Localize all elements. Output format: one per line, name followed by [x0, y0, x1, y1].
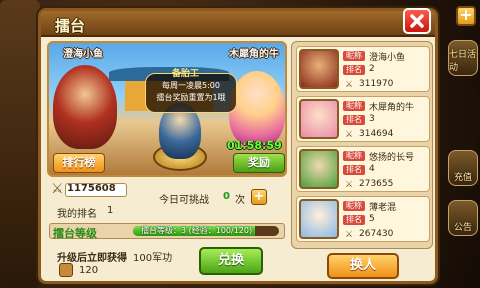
opponent-list: 昵称 澄海小鱼 排名 2 ⚔ 311970 昵称 木犀角的牛 排名 3 ⚔ 31…: [291, 41, 433, 249]
background-scene: [0, 0, 40, 288]
power-icon: ⚔: [345, 180, 354, 190]
currency-icon: [59, 263, 73, 277]
level-progress-text: 擂台等级：3 (经验：100/120): [141, 226, 253, 235]
my-rank-value: 1: [107, 205, 114, 216]
seven-day-events-button[interactable]: 七日活动: [448, 40, 478, 76]
power-icon: ⚔: [51, 181, 64, 197]
countdown-timer: 01:58:59: [227, 139, 282, 152]
challenge-count: 0: [223, 191, 230, 202]
opponent-card[interactable]: 昵称 悠扬的长号 排名 4 ⚔ 273655: [296, 146, 430, 192]
name-label: 昵称: [343, 101, 365, 111]
rank-label: 排名: [343, 165, 365, 175]
power-value: 1175608: [67, 183, 116, 194]
announcement-button[interactable]: 公告: [448, 200, 478, 236]
rank-label: 排名: [343, 65, 365, 75]
opponent-rank: 3: [369, 114, 375, 124]
challenge-label: 今日可挑战: [159, 195, 209, 206]
opponent-name: 澄海小鱼: [369, 53, 406, 63]
left-fighter-avatar[interactable]: [53, 65, 117, 149]
close-icon: [410, 14, 424, 28]
opponent-portrait: [299, 199, 339, 239]
right-fighter-name: 木犀角的牛: [229, 49, 279, 60]
opponent-power: 273655: [359, 179, 394, 189]
swap-opponents-button[interactable]: 换人: [327, 253, 399, 279]
left-fighter-name: 澄海小鱼: [63, 49, 103, 60]
arena-dialog: 擂台 澄海小鱼 木犀角的牛 备胎工 每周一凌晨5:00 擂台奖励重置为1哦 01…: [38, 8, 438, 284]
opponent-rank: 2: [369, 64, 375, 74]
arena-level-title: 擂台等级: [53, 227, 97, 240]
reward-button[interactable]: 奖励: [233, 153, 285, 173]
close-button[interactable]: [403, 8, 431, 34]
power-icon: ⚔: [345, 80, 354, 90]
right-fighter-avatar[interactable]: [229, 71, 285, 147]
arena-scene: 澄海小鱼 木犀角的牛 备胎工 每周一凌晨5:00 擂台奖励重置为1哦 01:58…: [47, 41, 287, 177]
opponent-portrait: [299, 49, 339, 89]
power-icon: ⚔: [345, 230, 354, 240]
title-bar: 擂台: [41, 11, 435, 37]
opponent-card[interactable]: 昵称 木犀角的牛 排名 3 ⚔ 314694: [296, 96, 430, 142]
leaderboard-button[interactable]: 排行榜: [53, 153, 105, 173]
opponent-power: 311970: [359, 79, 394, 89]
opponent-card[interactable]: 昵称 薄老混 排名 5 ⚔ 267430: [296, 196, 430, 242]
notice-line-2: 擂台奖励重置为1哦: [156, 93, 226, 102]
notice-bubble: 备胎工 每周一凌晨5:00 擂台奖励重置为1哦: [145, 69, 237, 113]
add-icon[interactable]: +: [456, 6, 476, 26]
opponent-name: 悠扬的长号: [369, 153, 415, 163]
upgrade-text: 升级后立即获得: [57, 253, 127, 264]
opponent-power: 267430: [359, 229, 394, 239]
name-label: 昵称: [343, 151, 365, 161]
add-challenge-button[interactable]: +: [251, 189, 267, 205]
opponent-power: 314694: [359, 129, 394, 139]
opponent-rank: 5: [369, 214, 375, 224]
rank-label: 排名: [343, 215, 365, 225]
currency-value: 120: [79, 265, 99, 276]
name-label: 昵称: [343, 201, 365, 211]
recharge-button[interactable]: 充值: [448, 150, 478, 186]
dialog-title: 擂台: [55, 17, 86, 35]
exchange-button[interactable]: 兑换: [199, 247, 263, 275]
opponent-card[interactable]: 昵称 澄海小鱼 排名 2 ⚔ 311970: [296, 46, 430, 92]
power-icon: ⚔: [345, 130, 354, 140]
opponent-rank: 4: [369, 164, 375, 174]
opponent-portrait: [299, 149, 339, 189]
my-rank-label: 我的排名: [57, 209, 97, 220]
opponent-name: 木犀角的牛: [369, 103, 415, 113]
upgrade-reward: 100军功: [133, 253, 173, 264]
opponent-portrait: [299, 99, 339, 139]
rank-label: 排名: [343, 115, 365, 125]
game-screen: + 七日活动 充值 公告 擂台 澄海小鱼 木犀角的牛 备胎工 每周一凌晨5:00…: [0, 0, 480, 288]
notice-line-1: 每周一凌晨5:00: [162, 81, 220, 90]
opponent-name: 薄老混: [369, 203, 397, 213]
notice-header: 备胎工: [172, 69, 200, 79]
challenge-unit: 次: [235, 195, 245, 206]
name-label: 昵称: [343, 51, 365, 61]
